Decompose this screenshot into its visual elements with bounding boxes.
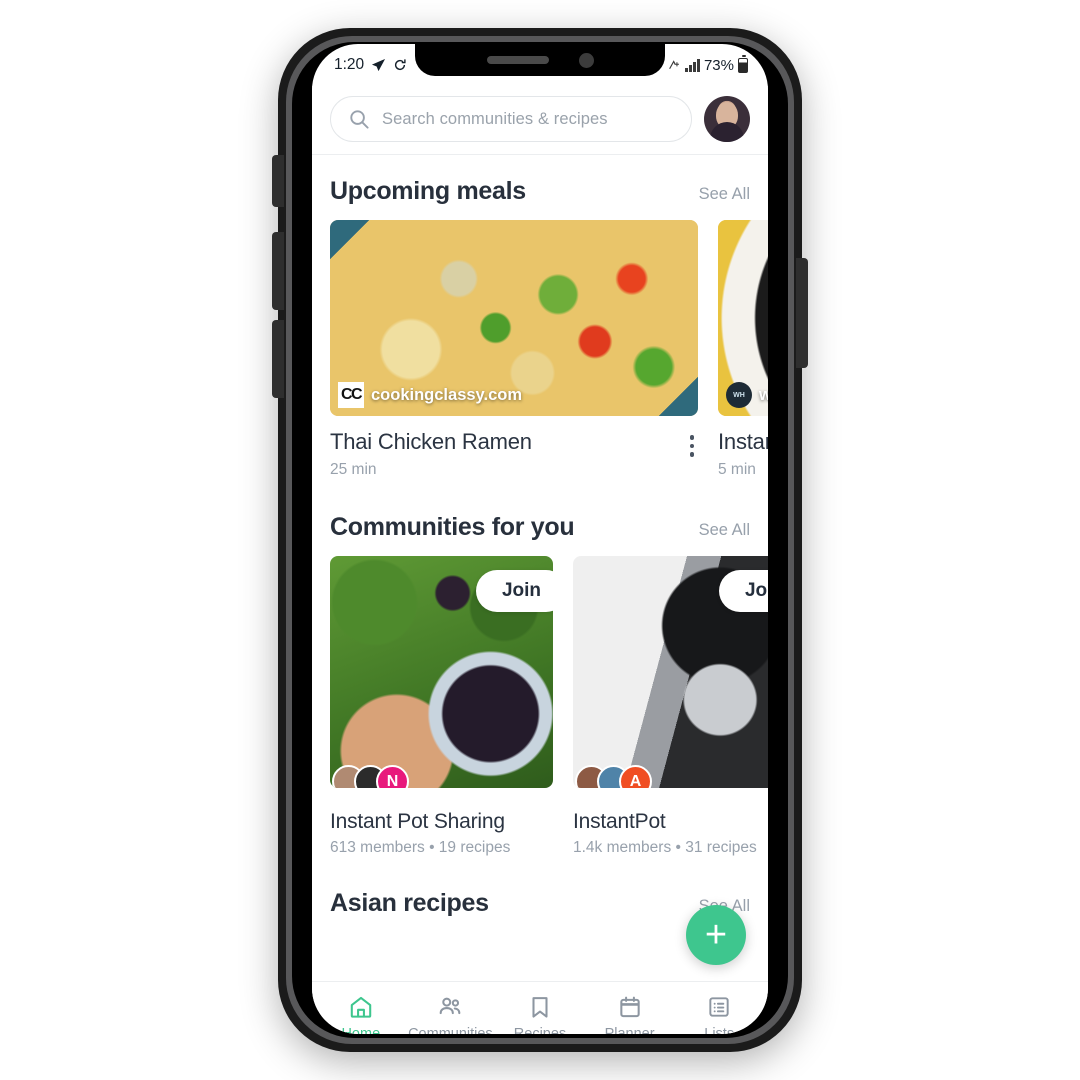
- status-bar-left: 1:20: [334, 56, 407, 74]
- phone-notch: [415, 44, 665, 76]
- tab-label: Lists: [704, 1025, 735, 1035]
- recipe-photo[interactable]: CC cookingclassy.com: [330, 220, 698, 416]
- watermark-badge: WH: [726, 382, 752, 408]
- community-card[interactable]: Join N Instant Pot Sharing 613 members •…: [330, 556, 553, 857]
- battery-icon: [738, 55, 748, 73]
- plus-icon: +: [704, 914, 728, 956]
- signal-bars-icon: [685, 58, 700, 72]
- recipe-time: 25 min: [330, 461, 377, 478]
- tab-planner[interactable]: Planner: [586, 994, 674, 1035]
- home-icon: [350, 996, 372, 1018]
- phone-screen: 1:20 73% Search communities & recipes Up…: [312, 44, 768, 1034]
- photo-watermark: WH wh: [726, 382, 768, 408]
- section-title: Upcoming meals: [330, 177, 526, 205]
- watermark-text: cookingclassy.com: [371, 385, 523, 404]
- status-time: 1:20: [334, 56, 365, 73]
- tab-label: Home: [341, 1025, 381, 1035]
- watermark-text: wh: [759, 385, 768, 404]
- section-header-upcoming-meals: Upcoming meals See All: [312, 155, 768, 220]
- watermark-badge: CC: [338, 382, 364, 408]
- status-bar-right: 73%: [668, 55, 748, 74]
- see-all-link[interactable]: See All: [699, 521, 750, 540]
- community-photo[interactable]: Join N: [330, 556, 553, 788]
- sync-icon: [395, 59, 406, 71]
- recipe-time: 5 min: [718, 461, 756, 478]
- tab-label: Planner: [604, 1025, 655, 1035]
- recipe-meta: Instant Pot 5 min: [718, 416, 768, 479]
- community-title: InstantPot: [573, 810, 666, 833]
- upcoming-meals-carousel[interactable]: CC cookingclassy.com Thai Chicken Ramen …: [312, 220, 768, 479]
- community-stats: 1.4k members • 31 recipes: [573, 839, 757, 856]
- front-camera: [578, 52, 594, 68]
- community-stats: 613 members • 19 recipes: [330, 839, 511, 856]
- list-icon: [709, 996, 729, 1017]
- section-title: Asian recipes: [330, 889, 489, 917]
- section-header-communities: Communities for you See All: [312, 479, 768, 556]
- recipe-card[interactable]: WH wh Instant Pot 5 min: [718, 220, 768, 479]
- kebab-menu-icon[interactable]: [682, 429, 699, 457]
- community-card[interactable]: Join A InstantPot 1.4k members • 31 reci…: [573, 556, 768, 857]
- battery-percent: 73%: [703, 56, 734, 74]
- search-input[interactable]: Search communities & recipes: [330, 96, 692, 142]
- section-title: Communities for you: [330, 513, 575, 541]
- member-avatars: A: [575, 765, 652, 788]
- phone-button-volume-up[interactable]: [272, 232, 284, 310]
- scroll-content[interactable]: Upcoming meals See All CC cookingclassy.…: [312, 155, 768, 981]
- community-photo[interactable]: Join A: [573, 556, 768, 788]
- screenshot-stage: 1:20 73% Search communities & recipes Up…: [0, 0, 1080, 1080]
- calendar-icon: [619, 996, 640, 1017]
- profile-avatar[interactable]: [704, 96, 750, 142]
- recipe-card[interactable]: CC cookingclassy.com Thai Chicken Ramen …: [330, 220, 698, 479]
- tab-label: Communities: [408, 1025, 493, 1035]
- send-icon: [372, 58, 386, 71]
- member-avatars: N: [332, 765, 409, 788]
- recipe-title: Instant Pot: [718, 429, 768, 454]
- photo-watermark: CC cookingclassy.com: [338, 382, 522, 408]
- tab-recipes[interactable]: Recipes: [496, 994, 584, 1035]
- recipe-meta: Thai Chicken Ramen 25 min: [330, 416, 698, 479]
- app-header: Search communities & recipes: [312, 86, 768, 155]
- speaker-grille: [486, 56, 549, 64]
- see-all-link[interactable]: See All: [699, 185, 750, 204]
- add-button[interactable]: +: [686, 905, 746, 965]
- bottom-navigation: Home Communities Recipes Planner Lists: [312, 981, 768, 1034]
- join-button[interactable]: Join: [718, 570, 768, 612]
- people-icon: [440, 997, 461, 1014]
- phone-button-volume-down[interactable]: [272, 320, 284, 398]
- search-icon: [350, 109, 369, 129]
- search-placeholder: Search communities & recipes: [382, 109, 608, 128]
- tab-communities[interactable]: Communities: [406, 994, 494, 1035]
- tab-label: Recipes: [513, 1025, 567, 1035]
- community-title: Instant Pot Sharing: [330, 810, 505, 833]
- phone-button-silent[interactable]: [272, 155, 284, 207]
- data-icon: [669, 59, 680, 69]
- bookmark-icon: [532, 996, 548, 1018]
- recipe-title: Thai Chicken Ramen: [330, 429, 532, 454]
- communities-carousel[interactable]: Join N Instant Pot Sharing 613 members •…: [312, 556, 768, 857]
- recipe-photo[interactable]: WH wh: [718, 220, 768, 416]
- phone-button-power[interactable]: [796, 258, 808, 368]
- join-button[interactable]: Join: [475, 570, 553, 612]
- status-bar: 1:20 73%: [312, 44, 768, 86]
